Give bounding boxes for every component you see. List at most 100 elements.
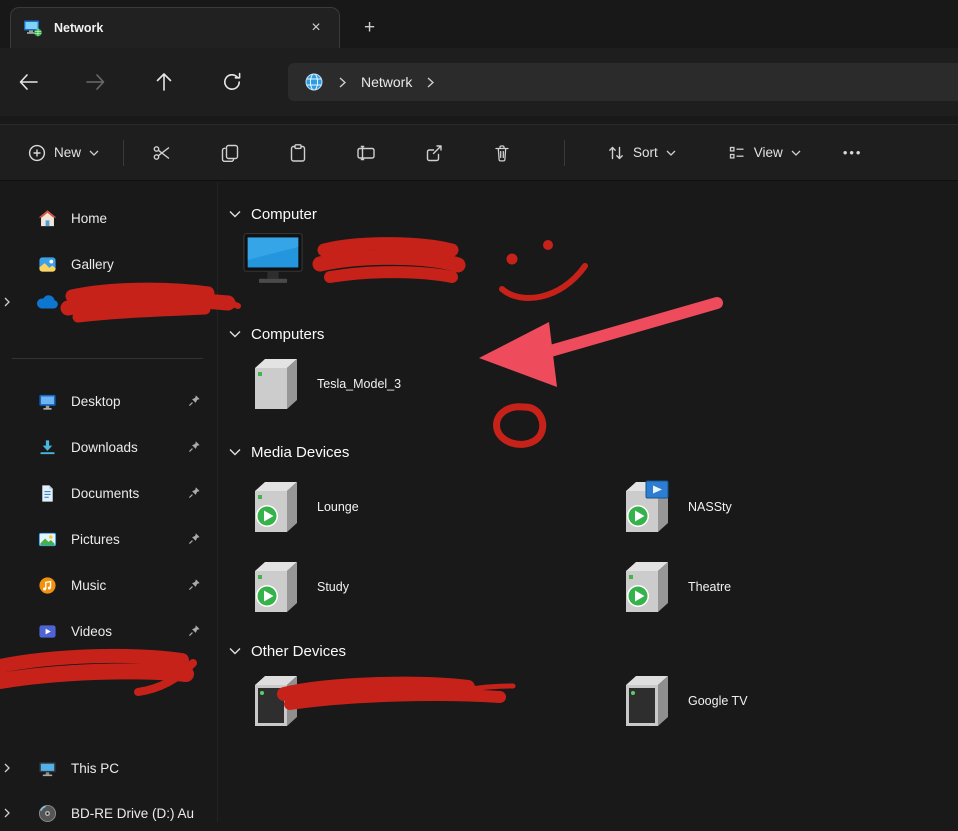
sort-button[interactable]: Sort <box>599 138 684 168</box>
home-icon <box>36 209 58 228</box>
navigation-bar: Network <box>0 48 958 116</box>
view-button[interactable]: View <box>720 138 809 168</box>
sidebar-item-label: Downloads <box>71 439 138 455</box>
toolbar-separator <box>123 139 125 166</box>
chevron-right-icon[interactable] <box>4 808 10 818</box>
other-device-icon <box>243 673 303 729</box>
sidebar-item-label: BD-RE Drive (D:) Au <box>71 805 195 821</box>
sidebar-item-videos[interactable]: Videos <box>4 613 211 649</box>
chevron-right-icon <box>427 76 435 88</box>
section-title: Computer <box>251 205 317 223</box>
sidebar-item-redacted[interactable] <box>4 656 211 692</box>
item-label: Lounge <box>317 500 359 514</box>
breadcrumb-network[interactable]: Network <box>361 74 412 90</box>
this-pc-icon <box>36 759 58 778</box>
sidebar-item-gallery[interactable]: Gallery <box>4 246 211 282</box>
sidebar-separator <box>12 358 203 359</box>
chevron-down-icon <box>791 150 801 156</box>
chevron-down-icon <box>229 210 241 218</box>
downloads-icon <box>36 438 58 457</box>
new-button[interactable]: New <box>20 138 107 168</box>
toolbar-separator <box>564 139 566 166</box>
section-title: Other Devices <box>251 642 347 660</box>
navigation-pane: Home Gallery Desktop Downloads Documents… <box>0 182 218 822</box>
media-server-icon <box>614 479 674 535</box>
more-options-button[interactable]: ••• <box>843 145 863 160</box>
tile-lounge[interactable]: Lounge <box>243 478 359 536</box>
sidebar-item-documents[interactable]: Documents <box>4 475 211 511</box>
tile-theatre[interactable]: Theatre <box>614 558 731 616</box>
paste-button[interactable] <box>276 135 320 171</box>
refresh-button[interactable] <box>220 70 244 94</box>
tile-other-device-redacted[interactable] <box>243 672 317 730</box>
chevron-right-icon[interactable] <box>4 763 10 773</box>
documents-icon <box>36 484 58 503</box>
sidebar-item-music[interactable]: Music <box>4 567 211 603</box>
tab-close-button[interactable]: × <box>305 17 327 39</box>
copy-button[interactable] <box>208 135 252 171</box>
sidebar-item-label: Home <box>71 210 108 226</box>
sort-button-label: Sort <box>633 145 658 160</box>
sidebar-item-label: Gallery <box>71 256 114 272</box>
sidebar-item-desktop[interactable]: Desktop <box>4 383 211 419</box>
sidebar-item-bd-re-drive[interactable]: BD-RE Drive (D:) Au <box>4 795 211 831</box>
pin-icon <box>188 578 201 591</box>
item-label: Study <box>317 580 349 594</box>
tile-computer-redacted[interactable] <box>243 230 317 288</box>
forward-button[interactable] <box>84 70 108 94</box>
sidebar-item-downloads[interactable]: Downloads <box>4 429 211 465</box>
sidebar-item-label: Videos <box>71 623 113 639</box>
plus-circle-icon <box>28 144 46 162</box>
sidebar-item-label: Documents <box>71 485 140 501</box>
chevron-right-icon <box>339 76 346 88</box>
sidebar-item-home[interactable]: Home <box>4 200 211 236</box>
item-label: Google TV <box>688 694 748 708</box>
tile-study[interactable]: Study <box>243 558 349 616</box>
rename-button[interactable] <box>344 135 388 171</box>
back-button[interactable] <box>16 70 40 94</box>
pin-icon <box>188 532 201 545</box>
pin-icon <box>188 440 201 453</box>
tile-google-tv[interactable]: Google TV <box>614 672 748 730</box>
chevron-down-icon <box>666 150 676 156</box>
globe-icon <box>304 72 324 92</box>
item-label: Tesla_Model_3 <box>317 377 402 391</box>
other-device-icon <box>614 673 674 729</box>
chevron-right-icon[interactable] <box>4 297 10 307</box>
pin-icon <box>188 624 201 637</box>
sidebar-item-this-pc[interactable]: This PC <box>4 750 211 786</box>
music-icon <box>36 576 58 595</box>
tile-tesla-model-3[interactable]: Tesla_Model_3 <box>243 355 401 413</box>
server-icon <box>243 356 303 412</box>
section-header-other-devices[interactable]: Other Devices <box>229 641 346 661</box>
explorer-body: Home Gallery Desktop Downloads Documents… <box>0 182 958 822</box>
item-label: Theatre <box>688 580 732 594</box>
cut-button[interactable] <box>140 135 184 171</box>
tile-nassty[interactable]: NASSty <box>614 478 732 536</box>
share-button[interactable] <box>412 135 456 171</box>
sidebar-item-pictures[interactable]: Pictures <box>4 521 211 557</box>
chevron-down-icon <box>89 150 99 156</box>
tab-network[interactable]: Network × <box>10 7 340 48</box>
sort-arrows-icon <box>607 144 625 162</box>
section-title: Computers <box>251 325 325 343</box>
chevron-down-icon <box>229 448 241 456</box>
tab-title: Network <box>54 21 104 35</box>
section-header-computers[interactable]: Computers <box>229 324 324 344</box>
sidebar-item-label: This PC <box>71 760 120 776</box>
section-header-computer[interactable]: Computer <box>229 204 317 224</box>
items-view: Computer Computers Tesla_Model_3 Media D… <box>219 182 958 822</box>
view-button-label: View <box>753 145 783 160</box>
new-tab-button[interactable]: + <box>364 17 375 39</box>
up-button[interactable] <box>152 70 176 94</box>
delete-button[interactable] <box>480 135 524 171</box>
chevron-down-icon <box>229 647 241 655</box>
command-toolbar: New Sort View ••• <box>0 124 958 181</box>
pin-icon <box>188 486 201 499</box>
onedrive-cloud-icon <box>36 295 58 309</box>
address-bar[interactable]: Network <box>288 63 958 101</box>
sidebar-item-onedrive-redacted[interactable] <box>4 284 211 320</box>
pictures-icon <box>36 530 58 549</box>
section-header-media-devices[interactable]: Media Devices <box>229 442 349 462</box>
sidebar-item-label: Desktop <box>71 393 121 409</box>
